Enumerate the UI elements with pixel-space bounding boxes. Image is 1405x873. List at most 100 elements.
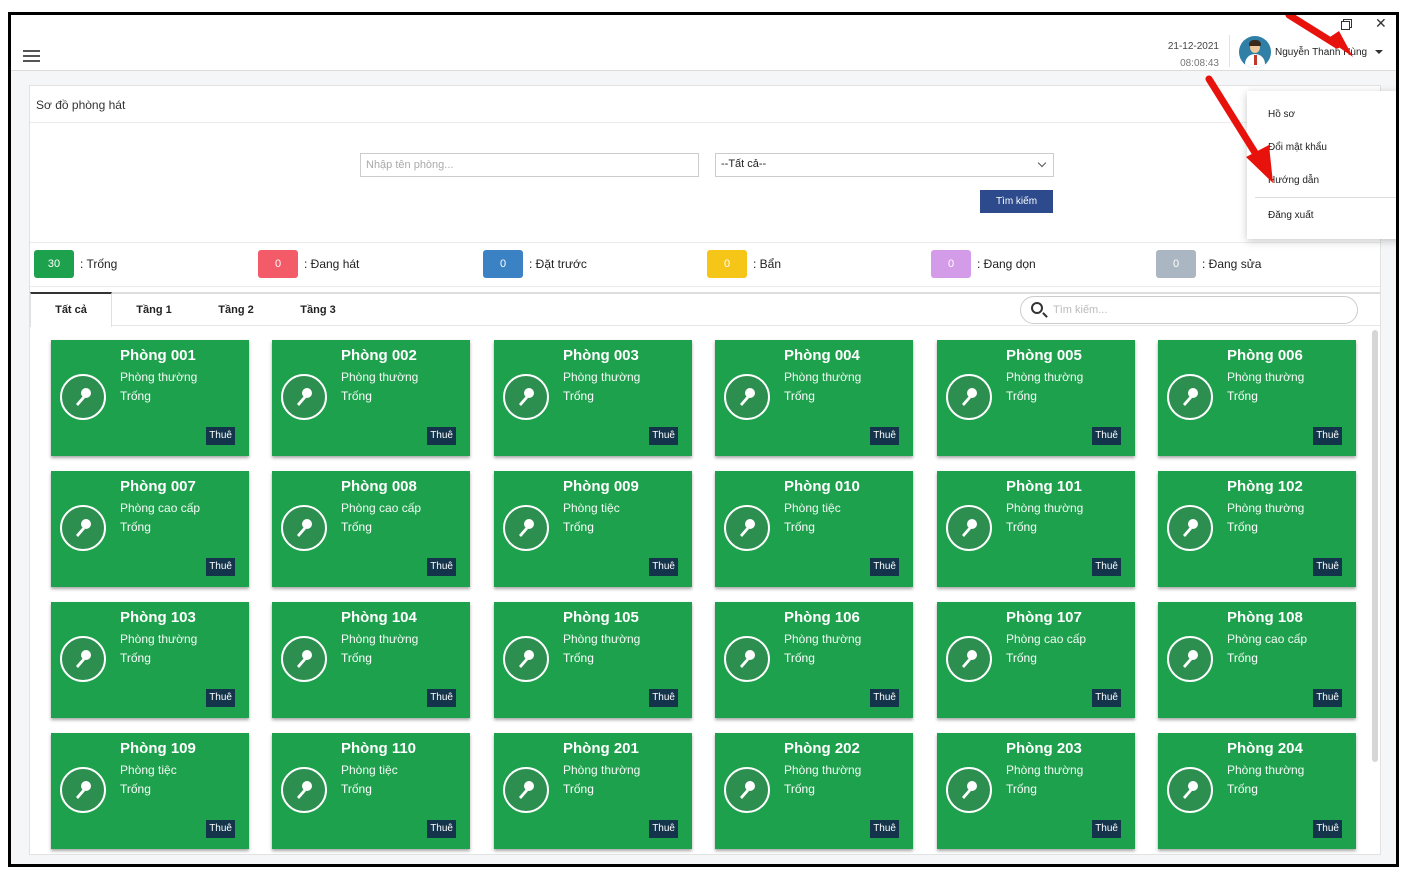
rent-button[interactable]: Thuê [649,427,678,445]
rent-button[interactable]: Thuê [649,820,678,838]
room-card[interactable]: Phòng 110 Phòng tiệc Trống Thuê [272,733,470,849]
microphone-icon [503,636,549,682]
rent-button[interactable]: Thuê [427,689,456,707]
room-card[interactable]: Phòng 106 Phòng thường Trống Thuê [715,602,913,718]
rent-button[interactable]: Thuê [1313,427,1342,445]
room-card[interactable]: Phòng 109 Phòng tiệc Trống Thuê [51,733,249,849]
user-dropdown-menu: Hồ sơ Đổi mật khẩu Hướng dẫn Đăng xuất [1247,91,1396,239]
rent-button[interactable]: Thuê [1313,689,1342,707]
rent-button[interactable]: Thuê [1313,820,1342,838]
rent-button[interactable]: Thuê [206,689,235,707]
room-card[interactable]: Phòng 004 Phòng thường Trống Thuê [715,340,913,456]
room-card[interactable]: Phòng 003 Phòng thường Trống Thuê [494,340,692,456]
microphone-icon [281,374,327,420]
tab-floor-2[interactable]: Tầng 2 [204,294,268,326]
room-name: Phòng 006 [1227,347,1303,364]
room-type: Phòng thường [1006,763,1084,777]
room-card[interactable]: Phòng 107 Phòng cao cấp Trống Thuê [937,602,1135,718]
menu-icon[interactable] [23,50,40,62]
room-card[interactable]: Phòng 202 Phòng thường Trống Thuê [715,733,913,849]
room-name: Phòng 102 [1227,478,1303,495]
rent-button[interactable]: Thuê [427,820,456,838]
room-card[interactable]: Phòng 002 Phòng thường Trống Thuê [272,340,470,456]
rent-button[interactable]: Thuê [427,558,456,576]
rent-button[interactable]: Thuê [1092,689,1121,707]
room-name: Phòng 103 [120,609,196,626]
room-search-input[interactable] [1053,301,1343,319]
room-name: Phòng 204 [1227,740,1303,757]
tab-all[interactable]: Tất cả [30,292,112,327]
room-name: Phòng 203 [1006,740,1082,757]
room-card[interactable]: Phòng 009 Phòng tiệc Trống Thuê [494,471,692,587]
room-card[interactable]: Phòng 102 Phòng thường Trống Thuê [1158,471,1356,587]
rent-button[interactable]: Thuê [870,427,899,445]
rent-button[interactable]: Thuê [1092,427,1121,445]
room-status: Trống [563,520,594,534]
rent-button[interactable]: Thuê [206,820,235,838]
search-button[interactable]: Tìm kiếm [980,190,1053,213]
page-title: Sơ đồ phòng hát [36,98,126,112]
room-card[interactable]: Phòng 007 Phòng cao cấp Trống Thuê [51,471,249,587]
user-menu-toggle[interactable]: Nguyễn Thanh Hùng [1239,35,1384,69]
microphone-icon [503,505,549,551]
current-date: 21-12-2021 [1167,41,1219,52]
room-name-input[interactable] [360,153,699,177]
status-count-badge: 0 [707,250,747,278]
room-card[interactable]: Phòng 204 Phòng thường Trống Thuê [1158,733,1356,849]
room-type: Phòng thường [563,763,641,777]
status-count-badge: 0 [931,250,971,278]
room-search-box[interactable] [1020,296,1358,324]
menu-item-logout[interactable]: Đăng xuất [1268,210,1314,221]
room-type-select[interactable]: --Tất cả-- [715,153,1054,177]
menu-item-profile[interactable]: Hồ sơ [1268,109,1295,120]
rent-button[interactable]: Thuê [206,427,235,445]
room-status: Trống [1227,782,1258,796]
room-card[interactable]: Phòng 105 Phòng thường Trống Thuê [494,602,692,718]
floor-tabs: Tất cả Tầng 1 Tầng 2 Tầng 3 [30,292,1380,327]
microphone-icon [60,767,106,813]
room-name: Phòng 109 [120,740,196,757]
room-card[interactable]: Phòng 203 Phòng thường Trống Thuê [937,733,1135,849]
status-label: : Đang hát [304,257,360,271]
scrollbar[interactable] [1372,330,1378,762]
close-window-icon[interactable]: ✕ [1375,15,1387,32]
room-card[interactable]: Phòng 006 Phòng thường Trống Thuê [1158,340,1356,456]
rent-button[interactable]: Thuê [1313,558,1342,576]
rent-button[interactable]: Thuê [649,558,678,576]
room-card[interactable]: Phòng 001 Phòng thường Trống Thuê [51,340,249,456]
room-type: Phòng cao cấp [1006,632,1087,646]
menu-item-guide[interactable]: Hướng dẫn [1268,175,1319,186]
rent-button[interactable]: Thuê [427,427,456,445]
rent-button[interactable]: Thuê [649,689,678,707]
menu-item-change-password[interactable]: Đổi mật khẩu [1268,142,1327,153]
room-status: Trống [1006,651,1037,665]
rent-button[interactable]: Thuê [870,558,899,576]
rent-button[interactable]: Thuê [870,689,899,707]
room-card[interactable]: Phòng 108 Phòng cao cấp Trống Thuê [1158,602,1356,718]
microphone-icon [281,505,327,551]
legend-item: 0: Đặt trước [483,250,587,278]
tab-floor-1[interactable]: Tầng 1 [122,294,186,326]
room-type: Phòng thường [120,632,198,646]
rent-button[interactable]: Thuê [206,558,235,576]
room-type: Phòng thường [784,632,862,646]
room-card[interactable]: Phòng 008 Phòng cao cấp Trống Thuê [272,471,470,587]
room-card[interactable]: Phòng 201 Phòng thường Trống Thuê [494,733,692,849]
tab-floor-3[interactable]: Tầng 3 [286,294,350,326]
room-card[interactable]: Phòng 101 Phòng thường Trống Thuê [937,471,1135,587]
microphone-icon [946,374,992,420]
status-count-badge: 0 [483,250,523,278]
status-count-badge: 30 [34,250,74,278]
legend-item: 0: Đang dọn [931,250,1036,278]
restore-window-icon[interactable] [1341,19,1352,30]
room-card[interactable]: Phòng 010 Phòng tiệc Trống Thuê [715,471,913,587]
rent-button[interactable]: Thuê [1092,820,1121,838]
rent-button[interactable]: Thuê [870,820,899,838]
room-status: Trống [784,651,815,665]
room-card[interactable]: Phòng 005 Phòng thường Trống Thuê [937,340,1135,456]
room-name: Phòng 201 [563,740,639,757]
room-card[interactable]: Phòng 104 Phòng thường Trống Thuê [272,602,470,718]
rent-button[interactable]: Thuê [1092,558,1121,576]
room-type: Phòng tiệc [120,763,177,777]
room-card[interactable]: Phòng 103 Phòng thường Trống Thuê [51,602,249,718]
